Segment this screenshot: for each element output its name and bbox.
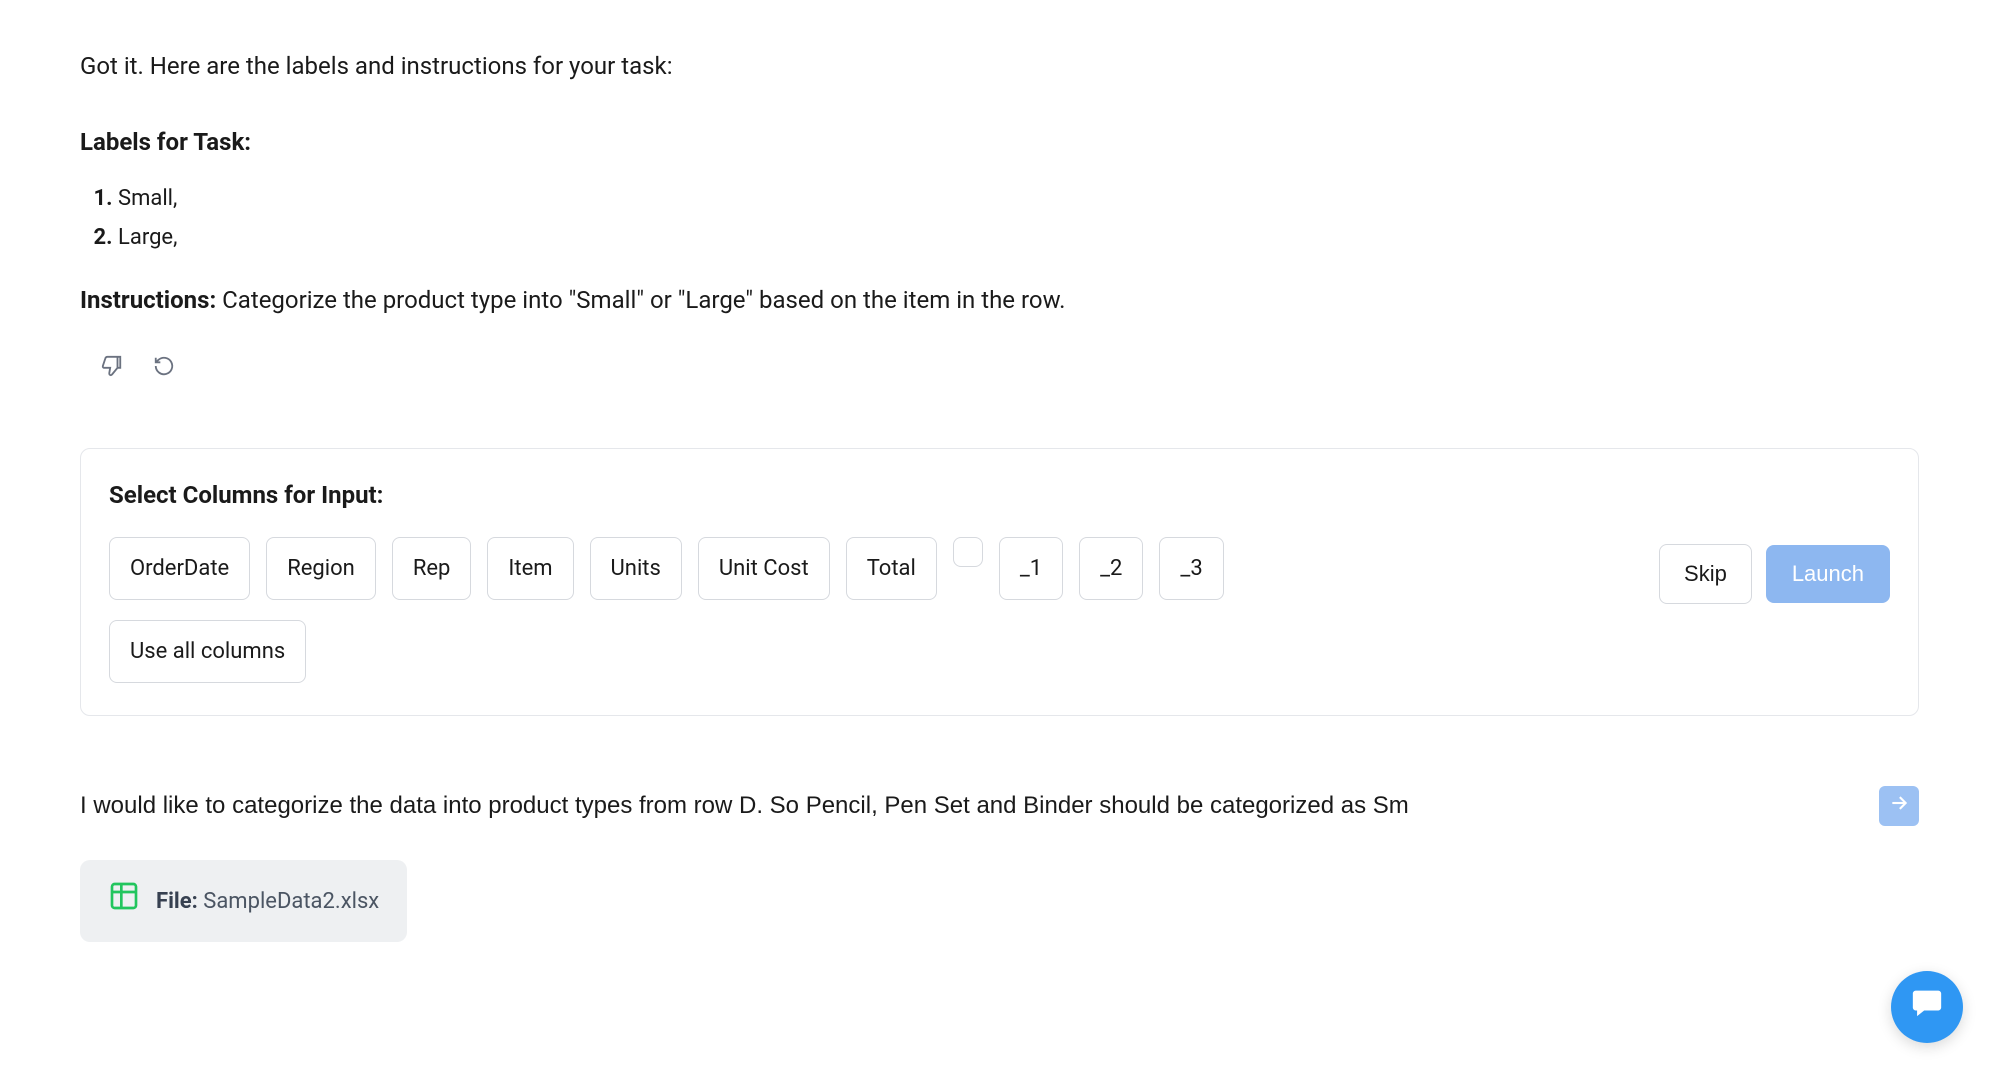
- file-name: SampleData2.xlsx: [203, 889, 379, 914]
- skip-button[interactable]: Skip: [1659, 544, 1752, 604]
- column-chip-unit-cost[interactable]: Unit Cost: [698, 537, 830, 600]
- column-chip-2[interactable]: _2: [1079, 537, 1143, 600]
- prompt-input-row: [80, 786, 1919, 826]
- select-columns-card: Select Columns for Input: OrderDate Regi…: [80, 448, 1919, 716]
- column-chip-orderdate[interactable]: OrderDate: [109, 537, 250, 600]
- refresh-icon[interactable]: [152, 354, 176, 378]
- columns-wrap: OrderDate Region Rep Item Units Unit Cos…: [109, 537, 1890, 600]
- select-columns-heading: Select Columns for Input:: [109, 477, 1890, 513]
- chat-help-button[interactable]: [1891, 971, 1963, 1043]
- column-chip-total[interactable]: Total: [846, 537, 937, 600]
- file-attachment-chip[interactable]: File: SampleData2.xlsx: [80, 860, 407, 942]
- labels-heading: Labels for Task:: [80, 124, 1919, 160]
- file-prefix: File:: [156, 889, 203, 914]
- card-actions: Skip Launch: [1659, 544, 1890, 604]
- file-label: File: SampleData2.xlsx: [156, 885, 379, 918]
- column-chip-rep[interactable]: Rep: [392, 537, 472, 600]
- send-button[interactable]: [1879, 786, 1919, 826]
- intro-text: Got it. Here are the labels and instruct…: [80, 48, 1919, 84]
- column-chip-1[interactable]: _1: [999, 537, 1063, 600]
- launch-button[interactable]: Launch: [1766, 545, 1890, 603]
- column-chip-region[interactable]: Region: [266, 537, 376, 600]
- column-chip-item[interactable]: Item: [487, 537, 573, 600]
- use-all-columns-button[interactable]: Use all columns: [109, 620, 306, 683]
- instructions-text: Categorize the product type into "Small"…: [216, 286, 1065, 314]
- thumbs-down-icon[interactable]: [100, 354, 124, 378]
- prompt-input[interactable]: [80, 788, 1875, 824]
- label-item: Small,: [118, 182, 1919, 215]
- label-item: Large,: [118, 221, 1919, 254]
- feedback-row: [100, 354, 1919, 378]
- column-chip-units[interactable]: Units: [590, 537, 682, 600]
- chat-icon: [1910, 985, 1944, 1029]
- column-chip-empty[interactable]: [953, 537, 983, 567]
- arrow-right-icon: [1889, 790, 1909, 823]
- instructions-label: Instructions:: [80, 286, 216, 314]
- labels-list: Small, Large,: [118, 182, 1919, 254]
- spreadsheet-icon: [108, 880, 140, 922]
- column-chip-3[interactable]: _3: [1159, 537, 1223, 600]
- instructions-line: Instructions: Categorize the product typ…: [80, 282, 1919, 318]
